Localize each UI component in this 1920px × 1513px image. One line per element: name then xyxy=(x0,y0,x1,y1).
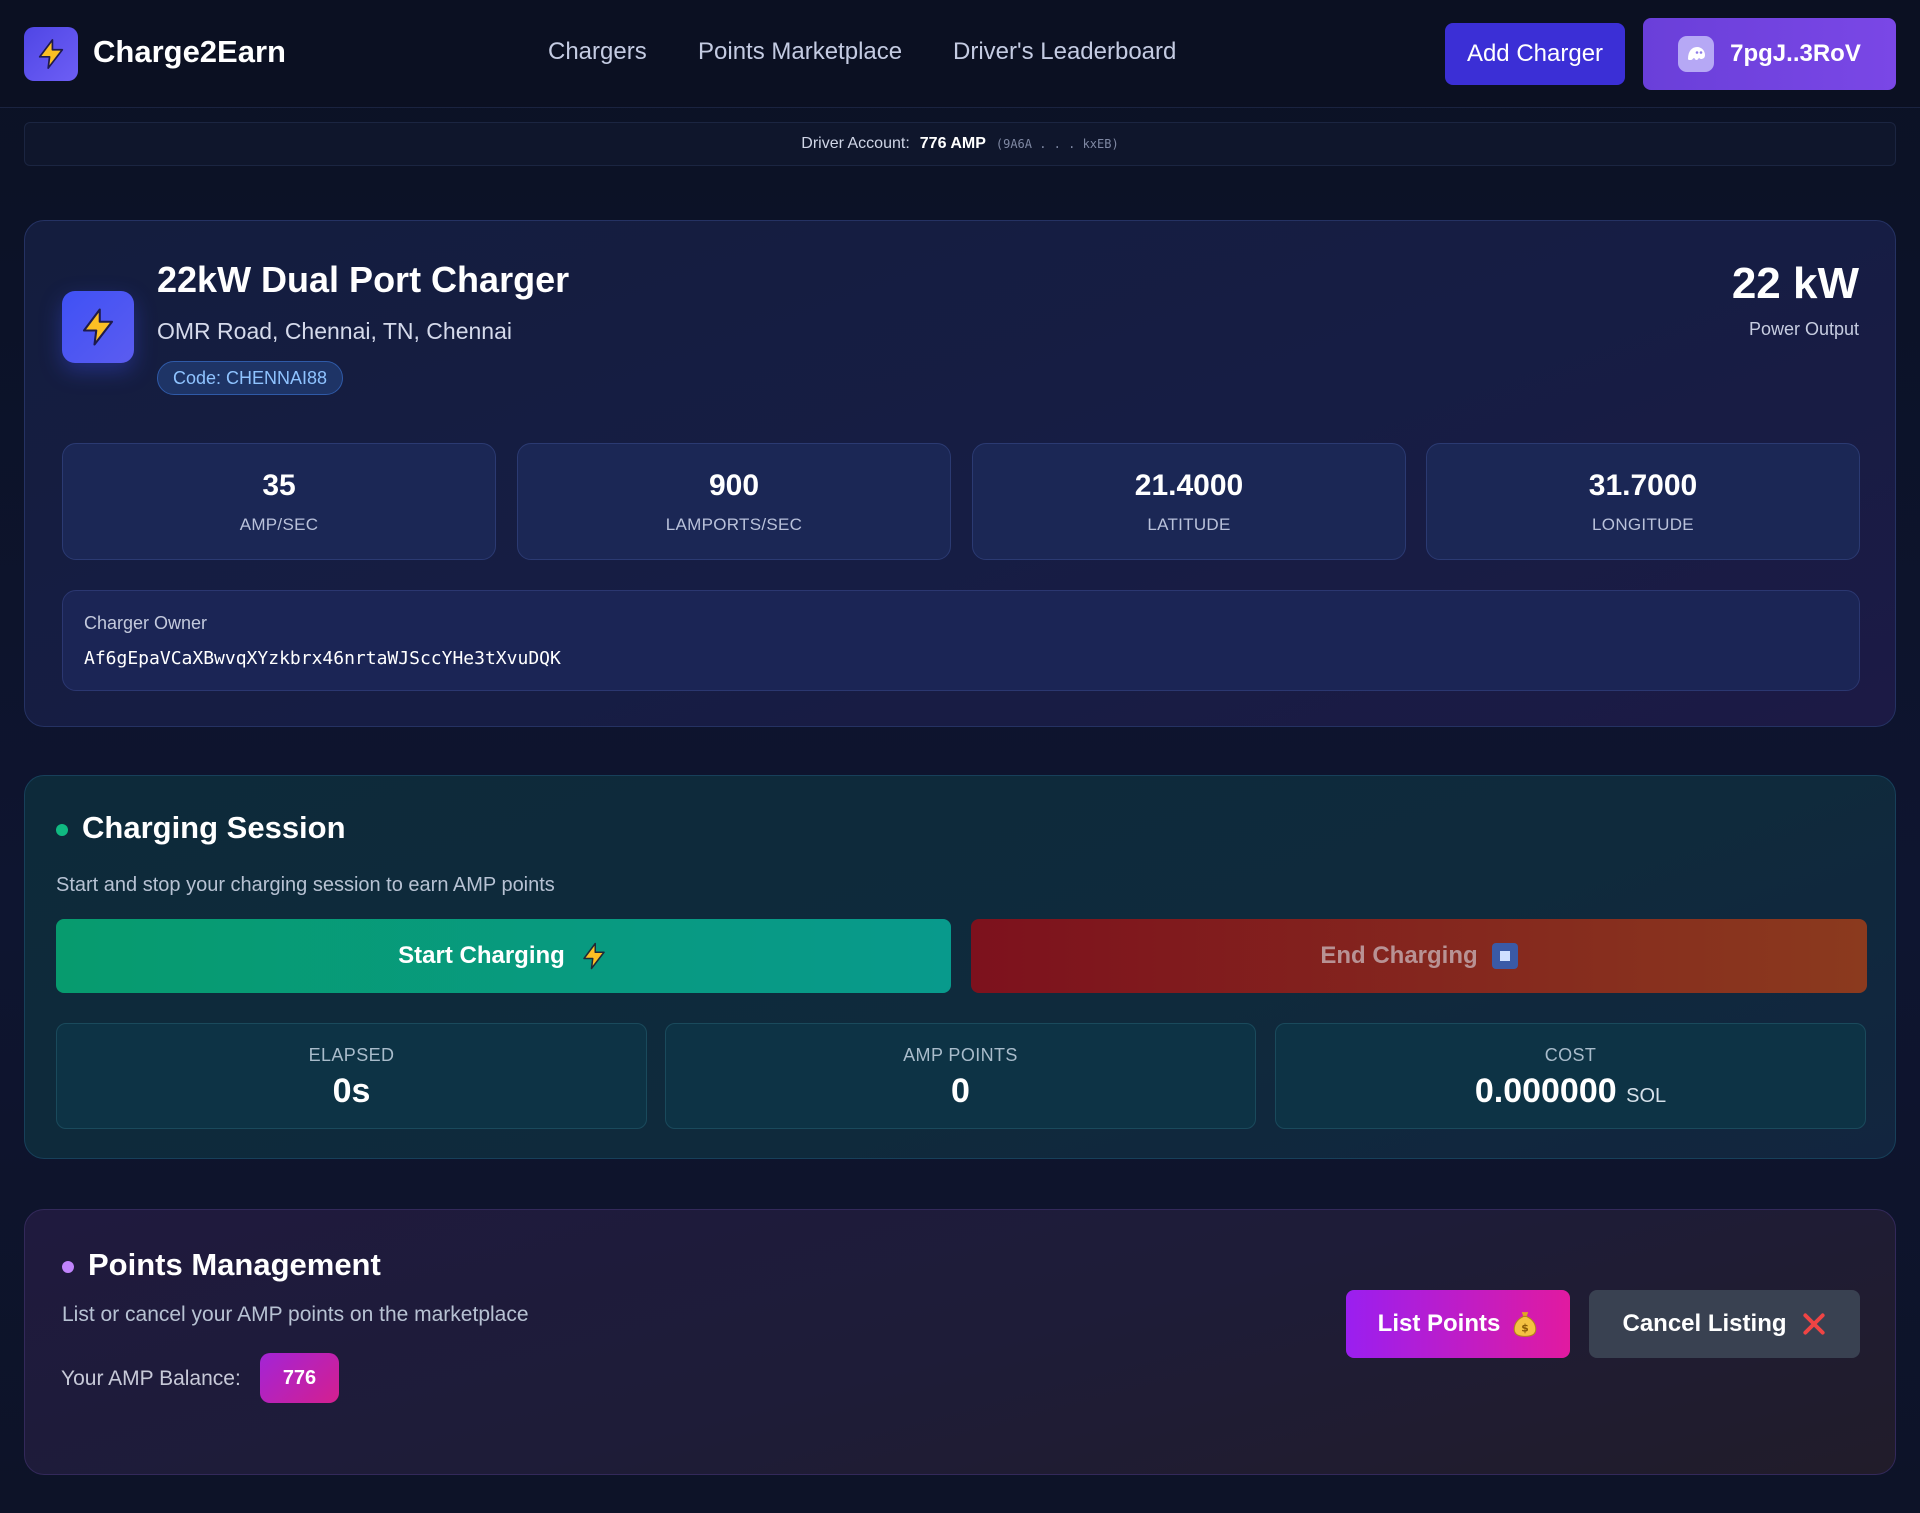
driver-account-amount: 776 AMP xyxy=(919,135,986,152)
end-charging-button[interactable]: End Charging xyxy=(971,919,1867,993)
amp-balance-label: Your AMP Balance: xyxy=(61,1367,241,1390)
start-charging-button[interactable]: Start Charging xyxy=(56,919,951,993)
stop-icon xyxy=(1491,943,1518,969)
cancel-listing-label: Cancel Listing xyxy=(1622,1310,1787,1337)
charger-address: OMR Road, Chennai, TN, Chennai xyxy=(157,318,512,344)
stat-amp-per-sec: 35 AMP/SEC xyxy=(62,443,496,560)
metric-label: AMP POINTS xyxy=(903,1045,1018,1065)
charger-owner-address: Af6gEpaVCaXBwvqXYzkbrx46nrtaWJSccYHe3tXv… xyxy=(84,648,561,669)
list-points-button[interactable]: List Points $ xyxy=(1346,1290,1570,1358)
list-points-label: List Points xyxy=(1377,1310,1501,1337)
stat-longitude: 31.7000 LONGITUDE xyxy=(1426,443,1860,560)
lightning-bolt-icon xyxy=(583,942,605,970)
nav-points-marketplace[interactable]: Points Marketplace xyxy=(698,38,902,66)
metric-value-row: 0.000000 SOL xyxy=(1276,1072,1865,1111)
nav-drivers-leaderboard[interactable]: Driver's Leaderboard xyxy=(953,38,1176,66)
amp-balance-badge: 776 xyxy=(260,1353,339,1403)
logo-icon[interactable] xyxy=(24,27,78,81)
stat-lamports-per-sec: 900 LAMPORTS/SEC xyxy=(517,443,951,560)
nav-chargers[interactable]: Chargers xyxy=(548,38,647,66)
charger-title: 22kW Dual Port Charger xyxy=(157,259,570,300)
add-charger-button[interactable]: Add Charger xyxy=(1445,23,1625,85)
stat-latitude: 21.4000 LATITUDE xyxy=(972,443,1406,560)
cancel-listing-button[interactable]: Cancel Listing xyxy=(1589,1290,1860,1358)
points-subtitle: List or cancel your AMP points on the ma… xyxy=(62,1303,529,1326)
svg-text:$: $ xyxy=(1522,1322,1529,1335)
driver-account-label: Driver Account: xyxy=(801,135,910,152)
session-title: Charging Session xyxy=(82,810,346,845)
stat-label: LATITUDE xyxy=(1147,515,1231,534)
charger-owner-box: Charger Owner Af6gEpaVCaXBwvqXYzkbrx46nr… xyxy=(62,590,1860,691)
charger-owner-label: Charger Owner xyxy=(84,613,208,633)
end-charging-label: End Charging xyxy=(1320,942,1478,969)
metric-amp-points: AMP POINTS 0 xyxy=(665,1023,1256,1129)
wallet-button[interactable]: 7pgJ..3RoV xyxy=(1643,18,1896,90)
money-bag-icon: $ xyxy=(1514,1312,1537,1337)
stat-label: LONGITUDE xyxy=(1592,515,1694,534)
metric-value: 0.000000 xyxy=(1474,1072,1617,1110)
driver-account-address: (9A6A . . . kxEB) xyxy=(995,137,1119,151)
stat-label: AMP/SEC xyxy=(239,515,319,534)
brand-name[interactable]: Charge2Earn xyxy=(93,34,286,70)
stat-value: 21.4000 xyxy=(1134,469,1244,502)
metric-cost: COST 0.000000 SOL xyxy=(1275,1023,1866,1129)
charger-icon xyxy=(62,291,134,363)
driver-account-bar: Driver Account: 776 AMP (9A6A . . . kxEB… xyxy=(24,122,1896,166)
metric-value: 0s xyxy=(332,1072,371,1110)
charger-code-badge: Code: CHENNAI88 xyxy=(157,361,344,395)
ghost-icon xyxy=(1678,36,1715,72)
status-dot-icon xyxy=(56,824,68,836)
stat-value: 35 xyxy=(262,469,296,502)
stat-label: LAMPORTS/SEC xyxy=(665,515,803,534)
stat-value: 900 xyxy=(708,469,760,502)
lightning-bolt-icon xyxy=(82,308,114,346)
top-navbar: Charge2Earn Chargers Points Marketplace … xyxy=(0,0,1920,108)
stat-value: 31.7000 xyxy=(1588,469,1698,502)
metric-elapsed: ELAPSED 0s xyxy=(56,1023,647,1129)
start-charging-label: Start Charging xyxy=(398,942,565,969)
session-subtitle: Start and stop your charging session to … xyxy=(56,874,555,896)
metric-label: COST xyxy=(1544,1045,1597,1065)
wallet-address: 7pgJ..3RoV xyxy=(1730,40,1861,67)
lightning-bolt-icon xyxy=(38,38,64,70)
points-title: Points Management xyxy=(88,1247,381,1282)
charger-details-card: 22kW Dual Port Charger OMR Road, Chennai… xyxy=(24,220,1896,727)
metric-unit: SOL xyxy=(1626,1085,1667,1107)
charging-session-card: Charging Session Start and stop your cha… xyxy=(24,775,1896,1159)
x-icon xyxy=(1802,1313,1825,1335)
status-dot-icon xyxy=(62,1261,74,1273)
metric-label: ELAPSED xyxy=(308,1045,395,1065)
page: Charge2Earn Chargers Points Marketplace … xyxy=(0,0,1920,1513)
metric-value: 0 xyxy=(951,1072,970,1110)
power-output-label: Power Output xyxy=(1748,319,1859,339)
points-management-card: Points Management List or cancel your AM… xyxy=(24,1209,1896,1475)
add-charger-label: Add Charger xyxy=(1466,40,1604,67)
power-output-value: 22 kW xyxy=(1731,259,1859,308)
